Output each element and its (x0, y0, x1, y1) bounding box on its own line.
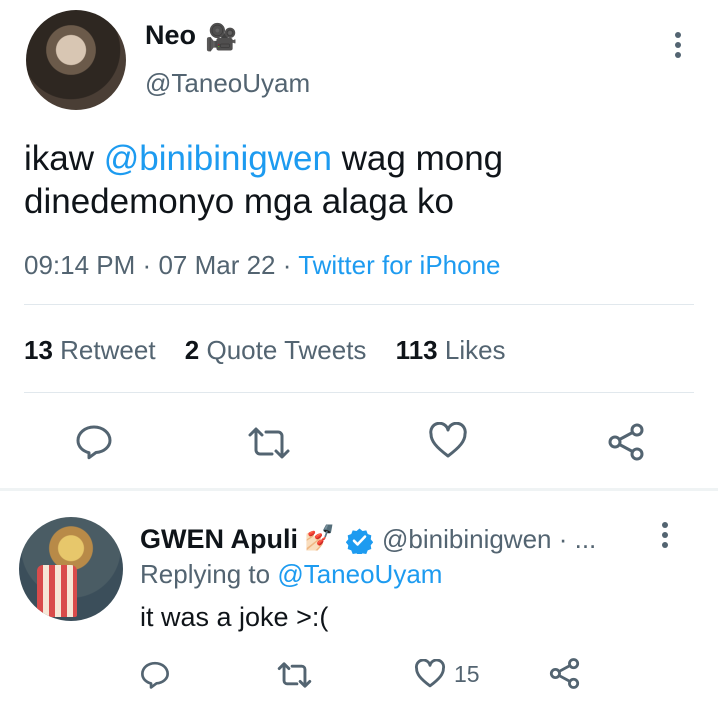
camera-emoji-icon: 🎥 (205, 22, 238, 52)
replying-to: Replying to @TaneoUyam (140, 559, 442, 590)
tweet-source[interactable]: Twitter for iPhone (298, 250, 500, 280)
divider (24, 392, 694, 393)
share-icon[interactable] (606, 422, 646, 462)
meta-separator: · (282, 250, 292, 280)
author-handle[interactable]: @TaneoUyam (145, 68, 310, 99)
nail-polish-emoji-icon: 💅🏻 (304, 524, 336, 552)
reply-like-count: 15 (454, 661, 480, 687)
reply-author-name[interactable]: GWEN Apuli (140, 524, 298, 555)
tweet-date[interactable]: 07 Mar 22 (158, 250, 275, 280)
divider (24, 304, 694, 305)
reply-text: it was a joke >:( (140, 602, 329, 632)
tweet-text-start: ikaw (24, 139, 104, 178)
more-options-button[interactable] (666, 32, 690, 62)
reply-share-icon[interactable] (548, 657, 581, 690)
author-avatar[interactable] (26, 10, 126, 110)
likes-stat[interactable]: 113 Likes (396, 335, 506, 365)
reply-reply-icon[interactable] (140, 660, 170, 690)
meta-separator: · (142, 250, 152, 280)
tweet-time[interactable]: 09:14 PM (24, 250, 135, 280)
like-icon[interactable] (428, 422, 468, 460)
verified-badge-icon (345, 527, 374, 556)
reply-icon[interactable] (75, 424, 113, 460)
retweet-icon[interactable] (246, 426, 292, 460)
replying-to-link[interactable]: @TaneoUyam (277, 559, 442, 589)
tweet-text: ikaw @binibinigwen wag mong dinedemonyo … (24, 137, 684, 223)
avatar-detail (37, 565, 77, 617)
tweet-stats: 13 Retweet 2 Quote Tweets 113 Likes (24, 335, 506, 366)
quote-tweets-stat[interactable]: 2 Quote Tweets (185, 335, 367, 365)
section-separator (0, 488, 718, 491)
author-name[interactable]: Neo (145, 20, 196, 51)
reply-more-options-button[interactable] (653, 522, 677, 552)
mention-link[interactable]: @binibinigwen (104, 139, 332, 178)
reply-retweet-icon[interactable] (276, 661, 313, 689)
reply-like-icon[interactable] (414, 659, 446, 689)
retweets-stat[interactable]: 13 Retweet (24, 335, 156, 365)
reply-author-avatar[interactable] (19, 517, 123, 621)
reply-author-handle[interactable]: @binibinigwen · ... (382, 524, 596, 555)
tweet-meta: 09:14 PM · 07 Mar 22 · Twitter for iPhon… (24, 250, 501, 281)
replying-label: Replying to (140, 559, 278, 589)
